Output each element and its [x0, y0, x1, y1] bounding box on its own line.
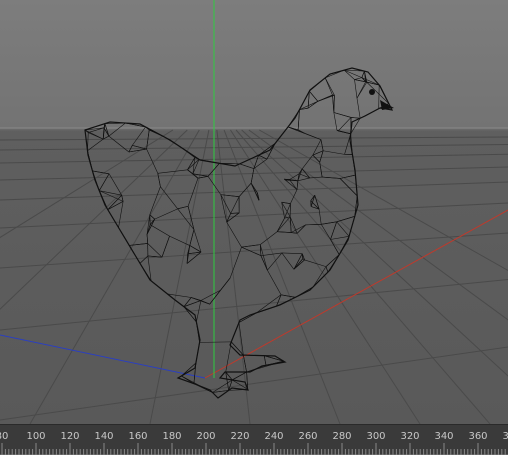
- frame-label: 220: [230, 431, 249, 442]
- frame-label: 100: [26, 431, 45, 442]
- frame-label: 260: [298, 431, 317, 442]
- frame-label: 200: [196, 431, 215, 442]
- viewport-canvas[interactable]: [0, 0, 508, 424]
- frame-label: 140: [94, 431, 113, 442]
- viewport-background: [0, 0, 508, 424]
- timeline-ruler[interactable]: 80 100 120 140 160 180 200 220 240 260 280 300 320 34…: [0, 424, 508, 454]
- frame-label: 320: [400, 431, 419, 442]
- frame-label: 80: [0, 431, 8, 442]
- frame-label: 360: [468, 431, 487, 442]
- frame-label: 120: [60, 431, 79, 442]
- frame-label: 180: [162, 431, 181, 442]
- frame-label: 300: [366, 431, 385, 442]
- frame-label: 340: [434, 431, 453, 442]
- frame-label: 380: [502, 431, 508, 442]
- frame-label: 160: [128, 431, 147, 442]
- frame-label: 280: [332, 431, 351, 442]
- chicken-eye: [369, 89, 375, 95]
- 3d-viewport[interactable]: [0, 0, 508, 424]
- frame-label: 240: [264, 431, 283, 442]
